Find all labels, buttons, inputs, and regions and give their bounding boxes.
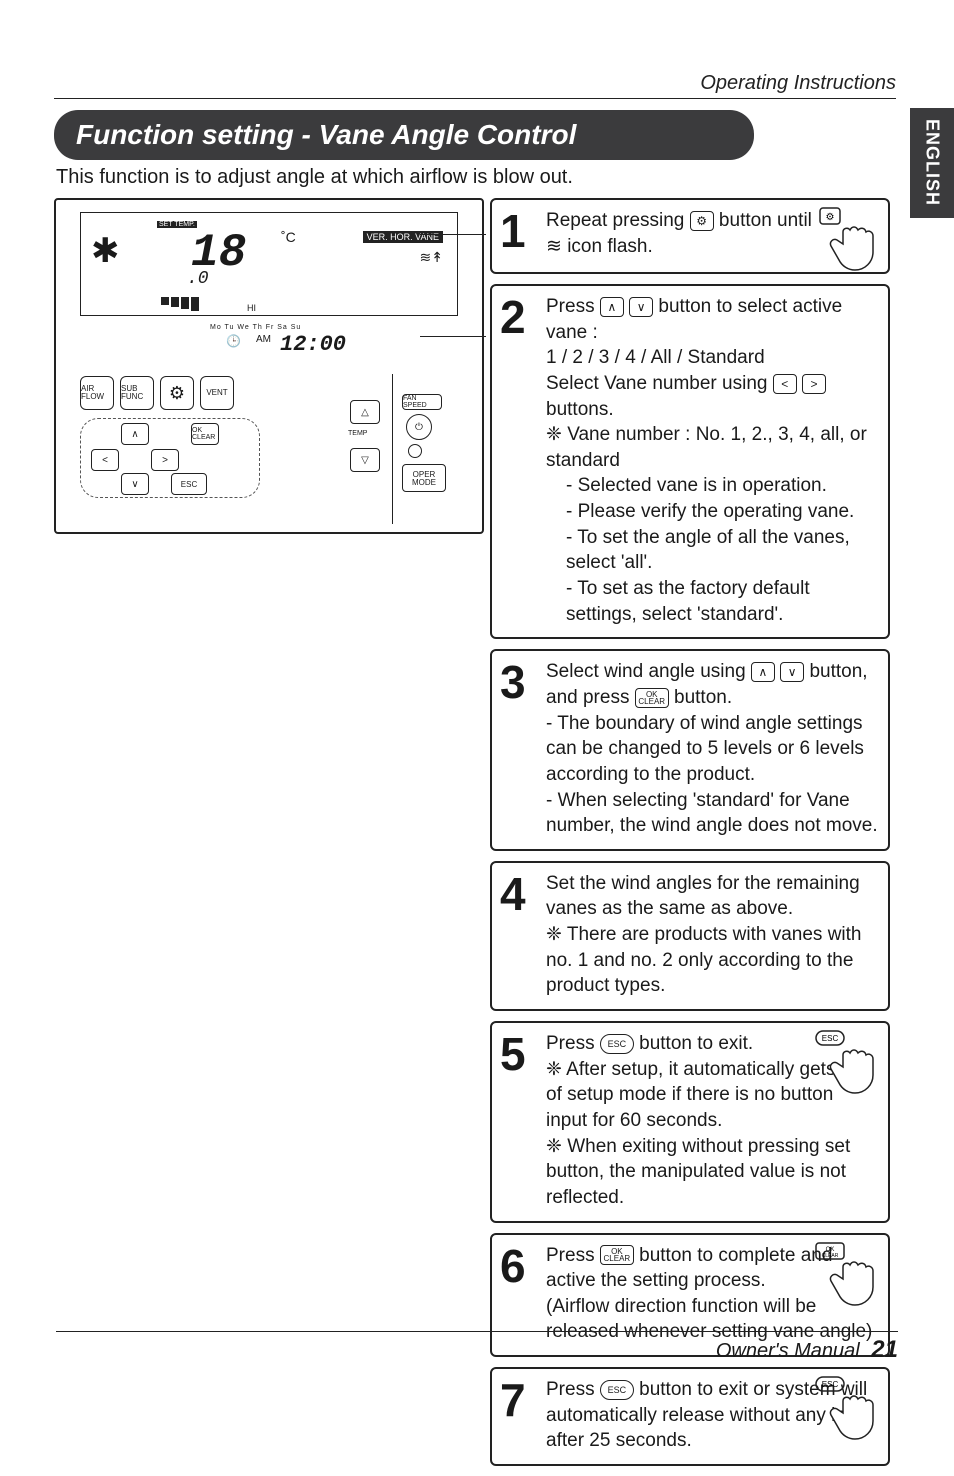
- down-icon: ∨: [629, 297, 653, 317]
- step-text: - Selected vane is in operation.: [546, 473, 878, 499]
- language-tab: ENGLISH: [910, 108, 954, 218]
- hand-press-icon: ⚙: [814, 204, 884, 274]
- airflow-button[interactable]: AIR FLOW: [80, 376, 114, 410]
- connector-1: [420, 234, 486, 235]
- step-num: 7: [500, 1369, 526, 1431]
- step-text: Select Vane number using < > buttons.: [546, 371, 878, 422]
- step-text: ❈ Vane number : No. 1, 2., 3, 4, all, or…: [546, 422, 878, 473]
- hand-press-icon: OKCLEAR: [814, 1239, 884, 1309]
- rule-top: [54, 98, 896, 99]
- esc-icon: ESC: [600, 1034, 634, 1054]
- step-text: - To set as the factory default settings…: [546, 576, 878, 627]
- lcd-screen: ✱ SET TEMP. 18 .0 ˚C VER. HOR. VANE ≋↟ H…: [80, 212, 458, 316]
- days-row: Mo Tu We Th Fr Sa Su: [210, 324, 301, 331]
- step-3: 3 Select wind angle using ∧ ∨ button, an…: [490, 649, 890, 850]
- esc-icon: ESC: [600, 1380, 634, 1400]
- right-icon: >: [802, 374, 826, 394]
- svg-text:⚙: ⚙: [826, 212, 835, 223]
- step-text: Press ESC button to exit.: [546, 1033, 753, 1054]
- up-icon: ∧: [600, 297, 624, 317]
- nav-left[interactable]: <: [91, 449, 119, 471]
- step-num: 4: [500, 863, 526, 925]
- step-num: 5: [500, 1023, 526, 1085]
- remote-illustration: ✱ SET TEMP. 18 .0 ˚C VER. HOR. VANE ≋↟ H…: [54, 198, 484, 534]
- temp-down[interactable]: ▽: [350, 448, 380, 472]
- step-text: Set the wind angles for the remaining va…: [546, 873, 860, 920]
- degree-label: ˚C: [281, 229, 296, 245]
- intro-text: This function is to adjust angle at whic…: [56, 166, 573, 189]
- footer-label: Owner's Manual: [716, 1340, 860, 1362]
- nav-ok[interactable]: OK CLEAR: [191, 423, 219, 445]
- connector-2: [420, 336, 486, 337]
- wave-icon: ≋↟: [420, 249, 443, 266]
- wave-icon: ≋: [546, 236, 562, 257]
- step-text: ❈ When exiting without pressing set butt…: [546, 1134, 878, 1211]
- step-text: ❈ There are products with vanes with no.…: [546, 922, 878, 999]
- steps-column: 1 Repeat pressing ⚙ button until ≋ icon …: [490, 198, 890, 1476]
- step-text: icon flash.: [562, 236, 653, 257]
- vane-indicator: VER. HOR. VANE: [363, 231, 443, 243]
- temp-label: TEMP: [348, 430, 367, 437]
- nav-esc[interactable]: ESC: [171, 473, 207, 495]
- hand-press-icon: ESC: [814, 1027, 884, 1097]
- step-text: - Please verify the operating vane.: [546, 499, 878, 525]
- footer-page: 21: [871, 1336, 898, 1363]
- step-text: - When selecting 'standard' for Vane num…: [546, 788, 878, 839]
- top-button-row: AIR FLOW SUB FUNC ⚙ VENT: [80, 376, 234, 410]
- nav-down[interactable]: ∨: [121, 473, 149, 495]
- running-header: Operating Instructions: [700, 72, 896, 95]
- left-icon: <: [773, 374, 797, 394]
- fan-speed-btn[interactable]: FAN SPEED: [402, 394, 442, 410]
- step-num: 6: [500, 1235, 526, 1297]
- step-text: 1 / 2 / 3 / 4 / All / Standard: [546, 345, 878, 371]
- step-text: - To set the angle of all the vanes, sel…: [546, 525, 878, 576]
- step-text: button until: [714, 210, 812, 231]
- am-label: AM: [256, 334, 271, 345]
- nav-cluster: ∧ OK CLEAR < > ∨ ESC: [80, 418, 260, 498]
- fan-bars: [161, 297, 199, 311]
- step-num: 2: [500, 286, 526, 348]
- gear-icon: ⚙: [690, 211, 714, 231]
- oper-mode-btn[interactable]: OPER MODE: [402, 464, 446, 492]
- step-text: Press OK CLEAR button to complete and ac…: [546, 1245, 832, 1292]
- subfunc-button[interactable]: SUB FUNC: [120, 376, 154, 410]
- step-num: 1: [500, 200, 526, 262]
- step-7: 7 Press ESC button to exit or system wil…: [490, 1367, 890, 1466]
- nav-up[interactable]: ∧: [121, 423, 149, 445]
- mode-icon: ✱: [91, 231, 120, 271]
- up-icon: ∧: [751, 662, 775, 682]
- right-controls: FAN SPEED △ TEMP ▽ ⏻ OPER MODE: [344, 374, 458, 524]
- down-icon: ∨: [780, 662, 804, 682]
- svg-text:ESC: ESC: [822, 1380, 839, 1389]
- hand-press-icon: ESC: [814, 1373, 884, 1443]
- step-5: 5 Press ESC button to exit.❈ After setup…: [490, 1021, 890, 1222]
- vent-button[interactable]: VENT: [200, 376, 234, 410]
- temp-display-decimal: .0: [187, 269, 209, 289]
- footer: Owner's Manual 21: [716, 1336, 898, 1364]
- step-text: Repeat pressing: [546, 210, 690, 231]
- temp-up[interactable]: △: [350, 400, 380, 424]
- ok-icon: OK CLEAR: [635, 688, 669, 708]
- step-2: 2 Press ∧ ∨ button to select active vane…: [490, 284, 890, 639]
- settings-button[interactable]: ⚙: [160, 376, 194, 410]
- power-btn[interactable]: ⏻: [406, 414, 432, 440]
- svg-text:CLEAR: CLEAR: [822, 1253, 839, 1259]
- section-banner: Function setting - Vane Angle Control: [54, 110, 754, 160]
- step-num: 3: [500, 651, 526, 713]
- nav-right[interactable]: >: [151, 449, 179, 471]
- step-text: Press ∧ ∨ button to select active vane :: [546, 296, 842, 343]
- section-title: Function setting - Vane Angle Control: [76, 119, 576, 151]
- step-1: 1 Repeat pressing ⚙ button until ≋ icon …: [490, 198, 890, 274]
- step-text: Select wind angle using ∧ ∨ button, and …: [546, 661, 868, 708]
- reset-hole[interactable]: [408, 444, 422, 458]
- rule-bottom: [56, 1331, 898, 1332]
- remote-buttons: Mo Tu We Th Fr Sa Su 🕒 AM 12:00 AIR FLOW…: [80, 324, 458, 520]
- ok-icon: OK CLEAR: [600, 1245, 634, 1265]
- fan-hi: HI: [247, 303, 256, 313]
- svg-text:ESC: ESC: [822, 1034, 839, 1043]
- step-text: - The boundary of wind angle settings ca…: [546, 711, 878, 788]
- time-value: 12:00: [280, 332, 346, 357]
- step-4: 4 Set the wind angles for the remaining …: [490, 861, 890, 1011]
- clock-icon: 🕒: [226, 334, 241, 348]
